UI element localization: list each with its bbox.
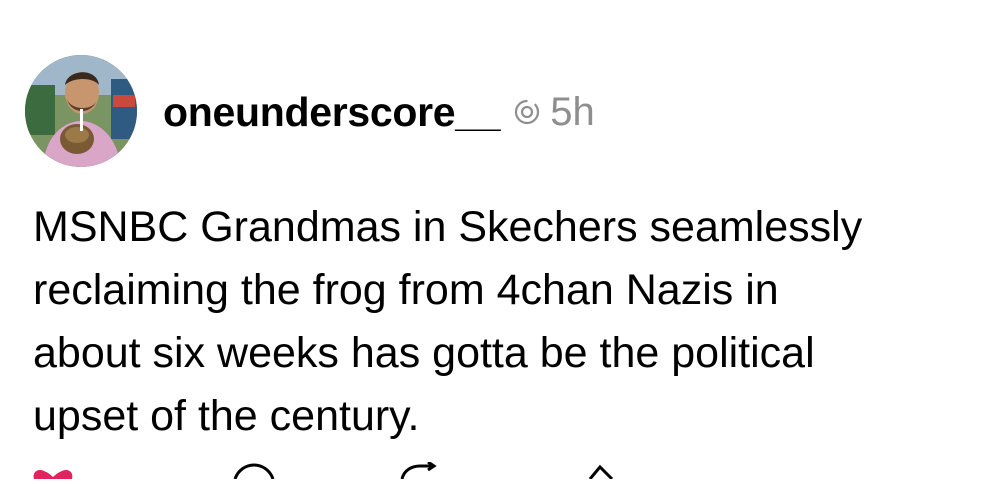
- heart-icon[interactable]: [30, 462, 76, 484]
- post-body: MSNBC Grandmas in Skechers seamlessly re…: [33, 196, 983, 448]
- comment-icon[interactable]: [232, 462, 276, 484]
- share-icon[interactable]: [586, 462, 616, 484]
- username[interactable]: oneunderscore__: [163, 89, 501, 136]
- post-timestamp: 5h: [550, 89, 595, 134]
- post-text-line: MSNBC Grandmas in Skechers seamlessly: [33, 203, 863, 251]
- post-text-line: about six weeks has gotta be the politic…: [33, 329, 815, 377]
- threads-icon: [512, 97, 542, 127]
- action-bar: [0, 460, 1000, 481]
- repost-icon[interactable]: [398, 460, 442, 484]
- post-text-line: reclaiming the frog from 4chan Nazis in: [33, 266, 779, 314]
- post-text-line: upset of the century.: [33, 392, 420, 440]
- post-header: oneunderscore__ 5h: [163, 82, 595, 142]
- post-card: oneunderscore__ 5h MSNBC Grandmas in Ske…: [0, 0, 1000, 481]
- avatar[interactable]: [25, 55, 137, 167]
